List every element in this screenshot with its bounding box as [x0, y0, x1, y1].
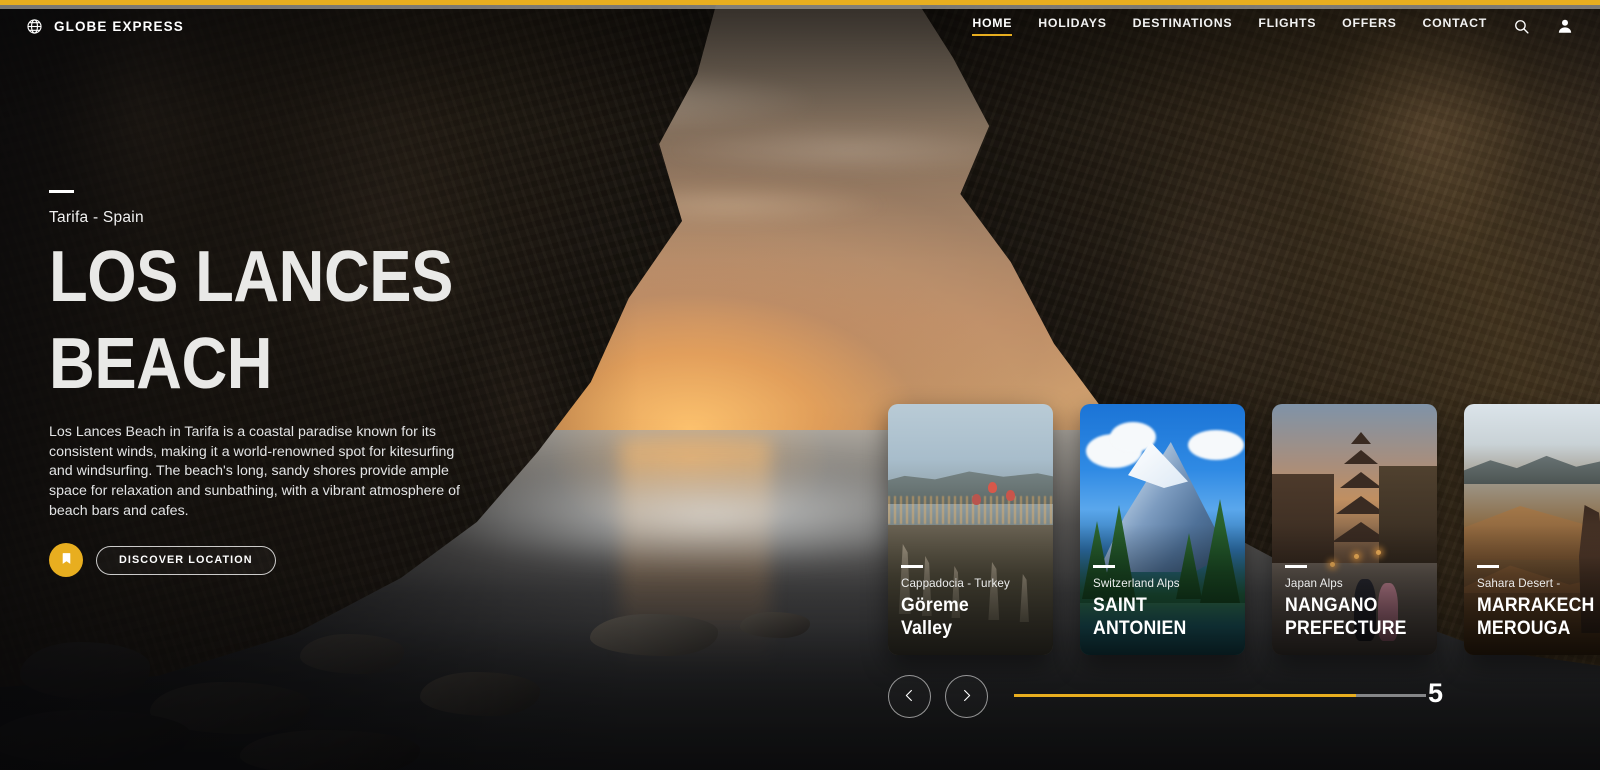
hero-accent-dash	[49, 190, 74, 193]
card-subtitle: Sahara Desert -	[1477, 577, 1600, 590]
globe-icon	[26, 18, 43, 35]
card-accent-dash	[1093, 565, 1115, 568]
chevron-left-icon	[902, 688, 917, 706]
nav-item-offers[interactable]: OFFERS	[1342, 16, 1396, 36]
hero-content: Tarifa - Spain LOS LANCES BEACH Los Lanc…	[49, 190, 519, 577]
card-title: Göreme Valley	[901, 595, 1035, 640]
card-title-line1: Göreme	[901, 595, 1035, 617]
hero-title-line2: BEACH	[49, 330, 463, 399]
destination-carousel: Cappadocia - Turkey Göreme Valley	[888, 404, 1600, 655]
search-icon[interactable]	[1513, 18, 1530, 35]
destination-card[interactable]: Japan Alps NANGANO PREFECTURE	[1272, 404, 1437, 655]
card-accent-dash	[1477, 565, 1499, 568]
card-title-line1: MARRAKECH	[1477, 595, 1600, 617]
carousel-slide-number: 5	[1428, 678, 1443, 709]
carousel-controls	[888, 675, 988, 718]
card-accent-dash	[1285, 565, 1307, 568]
card-subtitle: Japan Alps	[1285, 577, 1429, 590]
chevron-right-icon	[959, 688, 974, 706]
discover-location-button[interactable]: DISCOVER LOCATION	[96, 546, 276, 575]
page-root: GLOBE EXPRESS HOME HOLIDAYS DESTINATIONS…	[0, 0, 1600, 770]
carousel-progress-fill	[1014, 694, 1356, 697]
nav-item-contact[interactable]: CONTACT	[1423, 16, 1487, 36]
card-subtitle: Switzerland Alps	[1093, 577, 1237, 590]
brand-name: GLOBE EXPRESS	[54, 19, 184, 34]
card-title: SAINT ANTONIEN	[1093, 595, 1227, 640]
bookmark-button[interactable]	[49, 543, 83, 577]
nav-item-holidays[interactable]: HOLIDAYS	[1038, 16, 1106, 36]
hero-actions: DISCOVER LOCATION	[49, 543, 519, 577]
nav-item-home[interactable]: HOME	[972, 16, 1012, 36]
nav-item-destinations[interactable]: DESTINATIONS	[1133, 16, 1233, 36]
card-accent-dash	[901, 565, 923, 568]
carousel-prev-button[interactable]	[888, 675, 931, 718]
card-body: Sahara Desert - MARRAKECH MEROUGA	[1477, 565, 1600, 640]
nav-links: HOME HOLIDAYS DESTINATIONS FLIGHTS OFFER…	[972, 16, 1574, 36]
card-title-line2: MEROUGA	[1477, 618, 1600, 640]
user-icon[interactable]	[1556, 17, 1574, 35]
card-title-line1: NANGANO	[1285, 595, 1419, 617]
card-body: Cappadocia - Turkey Göreme Valley	[901, 565, 1045, 640]
carousel-next-button[interactable]	[945, 675, 988, 718]
card-title: NANGANO PREFECTURE	[1285, 595, 1419, 640]
nav-item-flights[interactable]: FLIGHTS	[1258, 16, 1316, 36]
bookmark-icon	[60, 551, 73, 569]
carousel-progress-track[interactable]	[1014, 694, 1426, 697]
page-title: LOS LANCES BEACH	[49, 243, 463, 399]
main-navigation: GLOBE EXPRESS HOME HOLIDAYS DESTINATIONS…	[0, 9, 1600, 43]
card-body: Switzerland Alps SAINT ANTONIEN	[1093, 565, 1237, 640]
brand-logo[interactable]: GLOBE EXPRESS	[26, 18, 184, 35]
hero-location: Tarifa - Spain	[49, 209, 519, 227]
destination-card[interactable]: Switzerland Alps SAINT ANTONIEN	[1080, 404, 1245, 655]
hero-title-line1: LOS LANCES	[49, 237, 453, 317]
card-subtitle: Cappadocia - Turkey	[901, 577, 1045, 590]
destination-card[interactable]: Cappadocia - Turkey Göreme Valley	[888, 404, 1053, 655]
card-title-line2: PREFECTURE	[1285, 618, 1419, 640]
hero-description: Los Lances Beach in Tarifa is a coastal …	[49, 423, 464, 521]
card-title-line2: Valley	[901, 618, 1035, 640]
card-title: MARRAKECH MEROUGA	[1477, 595, 1600, 640]
destination-card[interactable]: Sahara Desert - MARRAKECH MEROUGA	[1464, 404, 1600, 655]
card-title-line1: SAINT	[1093, 595, 1227, 617]
card-body: Japan Alps NANGANO PREFECTURE	[1285, 565, 1429, 640]
card-title-line2: ANTONIEN	[1093, 618, 1227, 640]
